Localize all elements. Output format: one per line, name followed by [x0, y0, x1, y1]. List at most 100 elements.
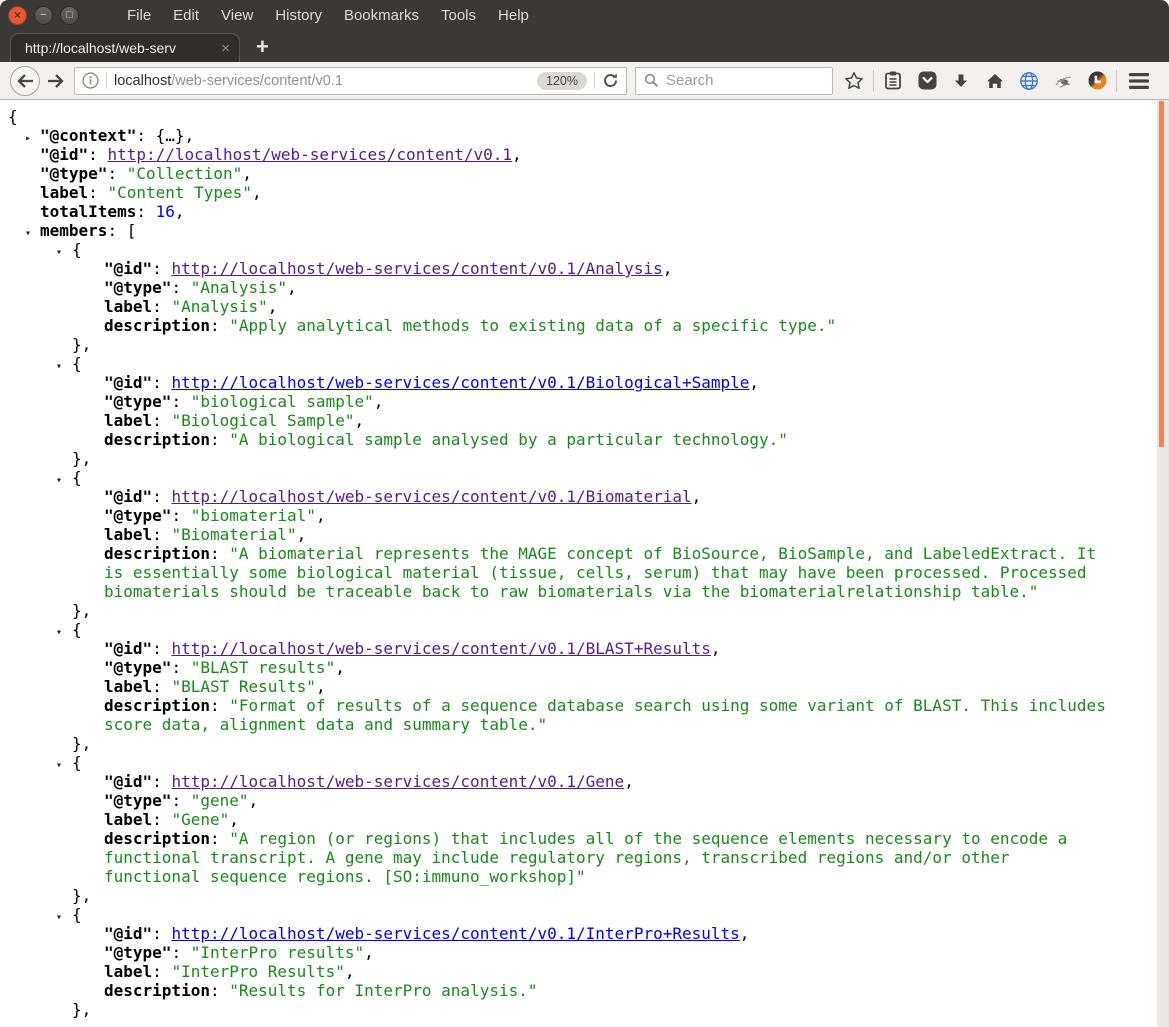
- json-comma: ,: [248, 791, 259, 810]
- json-colon: :: [171, 791, 191, 810]
- tab-close-icon[interactable]: ×: [221, 41, 230, 56]
- json-brace: {: [72, 468, 82, 487]
- json-key: "@type": [40, 164, 108, 183]
- page-content: {▸ "@context": {…}, "@id": http://localhos…: [0, 100, 1169, 1027]
- menu-button[interactable]: [1119, 66, 1159, 96]
- json-comma: ,: [335, 658, 345, 677]
- json-colon: :: [209, 696, 230, 715]
- back-button[interactable]: [10, 65, 40, 96]
- close-button[interactable]: ×: [8, 5, 27, 25]
- json-link[interactable]: http://localhost/web-services/content/v0…: [171, 772, 624, 791]
- json-key: members: [40, 221, 108, 240]
- menu-item-help[interactable]: Help: [487, 7, 540, 24]
- json-key: label: [104, 677, 153, 696]
- url-path: /web-services/content/v0.1: [171, 72, 343, 89]
- json-key: "@id": [104, 924, 153, 943]
- json-key: label: [104, 411, 153, 430]
- json-brace: },: [72, 335, 92, 354]
- json-colon: :: [171, 278, 191, 297]
- json-colon: :: [152, 772, 172, 791]
- maximize-button[interactable]: □: [60, 5, 79, 25]
- json-link[interactable]: http://localhost/web-services/content/v0…: [171, 373, 749, 392]
- json-string-value: "Biological Sample": [171, 411, 355, 430]
- json-key: "@id": [104, 259, 153, 278]
- json-colon: :: [136, 126, 156, 145]
- json-number-value: 16: [155, 202, 175, 221]
- globe-extension-icon[interactable]: [1012, 66, 1046, 96]
- site-info-icon[interactable]: [82, 72, 99, 89]
- menu-item-edit[interactable]: Edit: [162, 7, 210, 24]
- json-string-value: "Collection": [126, 164, 243, 183]
- browser-tab[interactable]: http://localhost/web-serv ×: [10, 33, 240, 62]
- json-colon: :: [88, 183, 108, 202]
- url-host: localhost: [114, 72, 172, 89]
- json-brace: {: [8, 107, 18, 126]
- bookmark-star-button[interactable]: [837, 66, 871, 96]
- fly-extension-icon[interactable]: [1046, 66, 1080, 96]
- json-brace: {: [72, 905, 82, 924]
- json-comma: ,: [624, 772, 634, 791]
- json-link[interactable]: http://localhost/web-services/content/v0…: [171, 487, 691, 506]
- scrollbar-track[interactable]: [1157, 100, 1169, 1027]
- json-string-value: "Biomaterial": [171, 525, 297, 544]
- json-key: label: [104, 810, 153, 829]
- menu-item-view[interactable]: View: [210, 7, 264, 24]
- window-titlebar: × − □ File Edit View History Bookmarks Tools Hel…: [0, 0, 1169, 30]
- json-colon: :: [152, 373, 172, 392]
- json-colon: :: [209, 430, 230, 449]
- minimize-button[interactable]: −: [34, 5, 53, 25]
- menu-item-tools[interactable]: Tools: [430, 7, 487, 24]
- json-colon: :: [209, 981, 230, 1000]
- json-comma: ,: [315, 677, 326, 696]
- tab-bar: http://localhost/web-serv × +: [0, 30, 1169, 62]
- downloads-button[interactable]: [944, 66, 978, 96]
- json-colon: :: [152, 810, 172, 829]
- json-string-value: "Analysis": [171, 297, 268, 316]
- json-link[interactable]: http://localhost/web-services/content/v0…: [171, 259, 662, 278]
- bookmarks-menu-button[interactable]: [876, 66, 910, 96]
- zoom-level-badge[interactable]: 120%: [537, 71, 587, 90]
- scrollbar-thumb[interactable]: [1159, 101, 1164, 447]
- forward-button[interactable]: [42, 66, 68, 96]
- json-key: "@type": [104, 791, 172, 810]
- menu-item-history[interactable]: History: [264, 7, 333, 24]
- json-key: label: [40, 183, 89, 202]
- orange-ball-extension-icon[interactable]: [1080, 66, 1114, 96]
- json-link[interactable]: http://localhost/web-services/content/v0…: [171, 924, 739, 943]
- json-key: description: [104, 430, 210, 449]
- url-bar[interactable]: localhost/web-services/content/v0.1 120%: [74, 66, 627, 95]
- json-brace: },: [72, 1000, 92, 1019]
- json-key: label: [104, 297, 153, 316]
- json-key: "@type": [104, 392, 172, 411]
- reload-button[interactable]: [602, 72, 619, 89]
- json-comma: ,: [344, 962, 355, 981]
- menu-item-file[interactable]: File: [116, 7, 162, 24]
- json-comma: ,: [242, 164, 252, 183]
- json-colon: :: [152, 411, 172, 430]
- json-comma: ,: [373, 392, 384, 411]
- json-key: description: [104, 544, 210, 563]
- url-text[interactable]: localhost/web-services/content/v0.1: [114, 73, 537, 89]
- json-colon: :: [209, 544, 230, 563]
- json-string-value: "A region (or regions) that includes all…: [104, 829, 1068, 886]
- json-key: "@id": [40, 145, 89, 164]
- search-input[interactable]: Search: [635, 66, 833, 95]
- json-colon: :: [171, 506, 191, 525]
- home-button[interactable]: [978, 66, 1012, 96]
- new-tab-button[interactable]: +: [256, 36, 269, 58]
- json-link[interactable]: http://localhost/web-services/content/v0…: [171, 639, 710, 658]
- json-link[interactable]: http://localhost/web-services/content/v0…: [107, 145, 512, 164]
- json-colon: :: [152, 639, 172, 658]
- json-key: "@id": [104, 639, 153, 658]
- json-colon: :: [88, 145, 108, 164]
- json-brace: },: [72, 734, 92, 753]
- json-colon: :: [171, 943, 191, 962]
- json-key: "@context": [40, 126, 137, 145]
- json-colon: :: [107, 221, 127, 240]
- json-string-value: "A biomaterial represents the MAGE conce…: [104, 544, 1097, 601]
- pocket-button[interactable]: [910, 66, 944, 96]
- json-colon: :: [152, 259, 172, 278]
- json-colon: :: [152, 525, 172, 544]
- json-brace: },: [72, 601, 92, 620]
- menu-item-bookmarks[interactable]: Bookmarks: [333, 7, 430, 24]
